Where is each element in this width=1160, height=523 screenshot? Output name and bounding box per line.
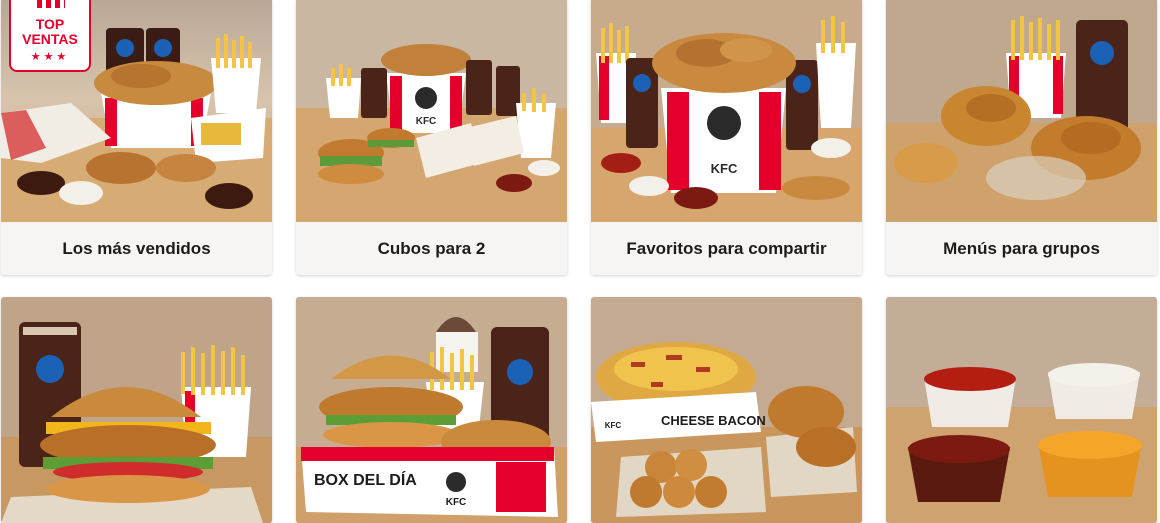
category-label[interactable]: Favoritos para compartir: [591, 222, 862, 275]
category-card-favoritos-para-compartir[interactable]: KFC Favoritos para compartir: [591, 0, 862, 275]
category-label[interactable]: Menús para grupos: [886, 222, 1157, 275]
product-image-box-del-dia: BOX DEL DÍA KFC: [296, 297, 567, 523]
product-card-cheese-bacon[interactable]: CHEESE BACON KFC: [591, 297, 862, 523]
star-rating-icon: ★★★: [30, 51, 70, 63]
category-label[interactable]: Los más vendidos: [1, 222, 272, 275]
category-card-los-mas-vendidos[interactable]: TOP VENTAS ★★★ Los más vendidos: [1, 0, 272, 275]
category-image-cubos-para-2: KFC: [296, 0, 567, 222]
top-ventas-badge: TOP VENTAS ★★★: [9, 0, 91, 72]
bucket-brand-text: KFC: [446, 497, 467, 508]
product-card-burger-menu[interactable]: [1, 297, 272, 523]
bucket-brand-text: KFC: [416, 116, 437, 127]
cheese-bacon-text: CHEESE BACON: [661, 413, 766, 428]
category-label[interactable]: Cubos para 2: [296, 222, 567, 275]
kfc-stripes-icon: [37, 0, 65, 8]
product-image-salsas: [886, 297, 1157, 523]
product-card-box-del-dia[interactable]: BOX DEL DÍA KFC: [296, 297, 567, 523]
category-image-menus-para-grupos: [886, 0, 1157, 222]
product-image-cheese-bacon: CHEESE BACON KFC: [591, 297, 862, 523]
bucket-brand-text: KFC: [711, 161, 738, 176]
box-del-dia-text: BOX DEL DÍA: [314, 470, 417, 489]
category-image-favoritos-para-compartir: KFC: [591, 0, 862, 222]
badge-line-1: TOP: [35, 16, 65, 32]
category-card-cubos-para-2[interactable]: KFC Cubos para 2: [296, 0, 567, 275]
badge-line-2: VENTAS: [22, 31, 78, 47]
bucket-brand-text: KFC: [605, 421, 622, 430]
product-card-salsas[interactable]: [886, 297, 1157, 523]
category-card-menus-para-grupos[interactable]: Menús para grupos: [886, 0, 1157, 275]
product-image-burger-menu: [1, 297, 272, 523]
